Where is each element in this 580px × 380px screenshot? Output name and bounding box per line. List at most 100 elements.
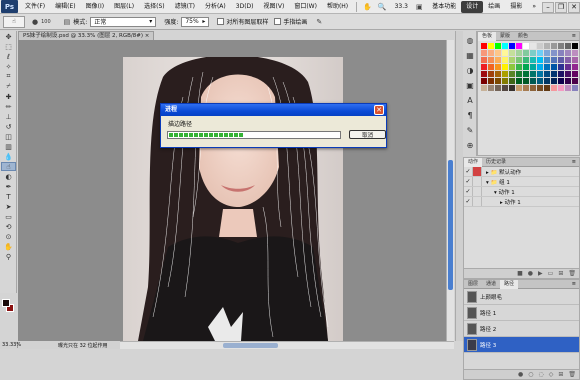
brush-panel-icon[interactable]: ▤ [61,18,74,26]
color-swatch[interactable] [558,43,564,49]
mode-select[interactable]: 正常 ▾ [90,16,157,27]
color-swatch[interactable] [495,78,501,84]
menu-image[interactable]: 图像(I) [81,0,109,14]
strength-select[interactable]: 75% ▸ [181,16,210,27]
color-swatch[interactable] [551,71,557,77]
load-selection-icon[interactable]: ◌ [538,371,543,378]
color-swatch[interactable] [488,78,494,84]
color-swatch[interactable] [530,78,536,84]
color-swatch[interactable] [481,78,487,84]
color-swatch[interactable] [572,64,578,70]
color-swatch[interactable] [495,85,501,91]
minimize-icon[interactable]: – [542,1,554,13]
color-swatch[interactable] [481,43,487,49]
smudge-tool-icon[interactable]: ☝ [1,162,16,171]
color-swatch[interactable] [551,78,557,84]
color-swatch[interactable] [516,85,522,91]
color-swatch[interactable] [530,57,536,63]
vertical-scroll-thumb[interactable] [448,160,453,290]
checkmark-icon[interactable]: ✓ [464,197,473,206]
color-swatch[interactable] [537,64,543,70]
color-swatch[interactable] [551,43,557,49]
shape-tool-icon[interactable]: ▭ [1,212,16,221]
checkmark-icon[interactable]: ✓ [464,167,473,176]
color-swatch[interactable] [509,43,515,49]
hand-tool-icon[interactable]: ✋ [1,242,16,251]
brush-picker-icon[interactable]: ● [29,18,41,26]
new-set-icon[interactable]: ▭ [548,270,554,277]
hand-tool-icon[interactable]: ✋ [360,3,375,11]
color-swatch[interactable] [551,50,557,56]
color-swatch[interactable] [530,71,536,77]
brushes-panel-icon[interactable]: ✎ [464,124,476,136]
action-row[interactable]: ✓ ▸ 动作 1 [464,197,579,207]
make-work-path-icon[interactable]: ◇ [549,371,554,378]
color-swatch[interactable] [544,43,550,49]
zoom-tool-icon[interactable]: 🔍 [375,3,390,11]
cancel-button[interactable]: 取消 [349,130,386,139]
checkmark-icon[interactable]: ✓ [464,187,473,196]
menu-view[interactable]: 视图(V) [259,0,290,14]
dialog-close-icon[interactable]: ✕ [374,105,384,115]
document-tab[interactable]: PS妹子绘制设.psd @ 33.3% (图层 2, RGB/8#) × [18,31,155,40]
color-swatch[interactable] [565,78,571,84]
workspace-painting[interactable]: 绘画 [483,1,505,13]
color-swatch[interactable] [565,85,571,91]
menu-3d[interactable]: 3D(D) [231,0,259,14]
color-swatch[interactable] [509,71,515,77]
color-swatch[interactable] [488,71,494,77]
new-action-icon[interactable]: ⊞ [558,270,563,277]
workspace-more[interactable]: » [527,1,541,13]
color-swatch[interactable] [495,50,501,56]
restore-icon[interactable]: ❐ [555,1,567,13]
color-swatch[interactable] [523,78,529,84]
color-swatch[interactable] [530,64,536,70]
stop-icon[interactable]: ■ [517,270,523,277]
type-tool-icon[interactable]: T [1,192,16,201]
tab-masks[interactable]: 蒙版 [496,32,514,41]
screen-mode-icon[interactable]: ▣ [413,3,426,11]
color-swatch[interactable] [565,57,571,63]
path-row-selected[interactable]: 路径 3 [464,337,579,353]
color-swatch[interactable] [523,71,529,77]
color-swatch[interactable] [488,57,494,63]
menu-select[interactable]: 选择(S) [139,0,170,14]
history-brush-tool-icon[interactable]: ↺ [1,122,16,131]
sample-all-layers-checkbox[interactable] [217,18,225,25]
menu-filter[interactable]: 滤镜(T) [170,0,200,14]
brush-size[interactable]: 100 [41,19,51,25]
color-swatch[interactable] [495,71,501,77]
color-swatch[interactable] [502,85,508,91]
canvas-vertical-scrollbar[interactable] [446,40,454,341]
canvas-area[interactable] [18,40,446,341]
color-swatch[interactable] [495,43,501,49]
crop-tool-icon[interactable]: ⌗ [1,72,16,81]
color-swatch[interactable] [502,78,508,84]
horizontal-scroll-thumb[interactable] [223,343,278,348]
color-swatch[interactable] [544,78,550,84]
tab-actions[interactable]: 动作 [464,157,483,167]
color-swatch[interactable] [537,85,543,91]
color-swatch[interactable] [509,57,515,63]
color-swatch[interactable] [558,64,564,70]
color-swatch[interactable] [523,64,529,70]
healing-brush-tool-icon[interactable]: ✚ [1,92,16,101]
panel-dock-collapse-strip[interactable] [455,31,463,341]
color-swatch[interactable] [558,71,564,77]
color-swatch[interactable] [537,78,543,84]
menu-help[interactable]: 帮助(H) [322,0,353,14]
color-swatch[interactable] [516,57,522,63]
dialog-toggle-icon[interactable] [473,177,482,186]
tablet-pressure-icon[interactable]: ✎ [313,18,325,26]
pen-tool-icon[interactable]: ✒ [1,182,16,191]
color-swatch[interactable] [516,50,522,56]
color-swatch[interactable] [523,57,529,63]
checkmark-icon[interactable]: ✓ [464,177,473,186]
finger-painting-option[interactable]: 手指绘画 [274,17,307,26]
zoom-tool-icon[interactable]: ⚲ [1,252,16,261]
magic-wand-tool-icon[interactable]: ✧ [1,62,16,71]
color-swatch[interactable] [502,57,508,63]
workspace-photography[interactable]: 摄影 [505,1,527,13]
color-swatch[interactable] [516,71,522,77]
status-zoom[interactable]: 33.33% [0,342,21,348]
